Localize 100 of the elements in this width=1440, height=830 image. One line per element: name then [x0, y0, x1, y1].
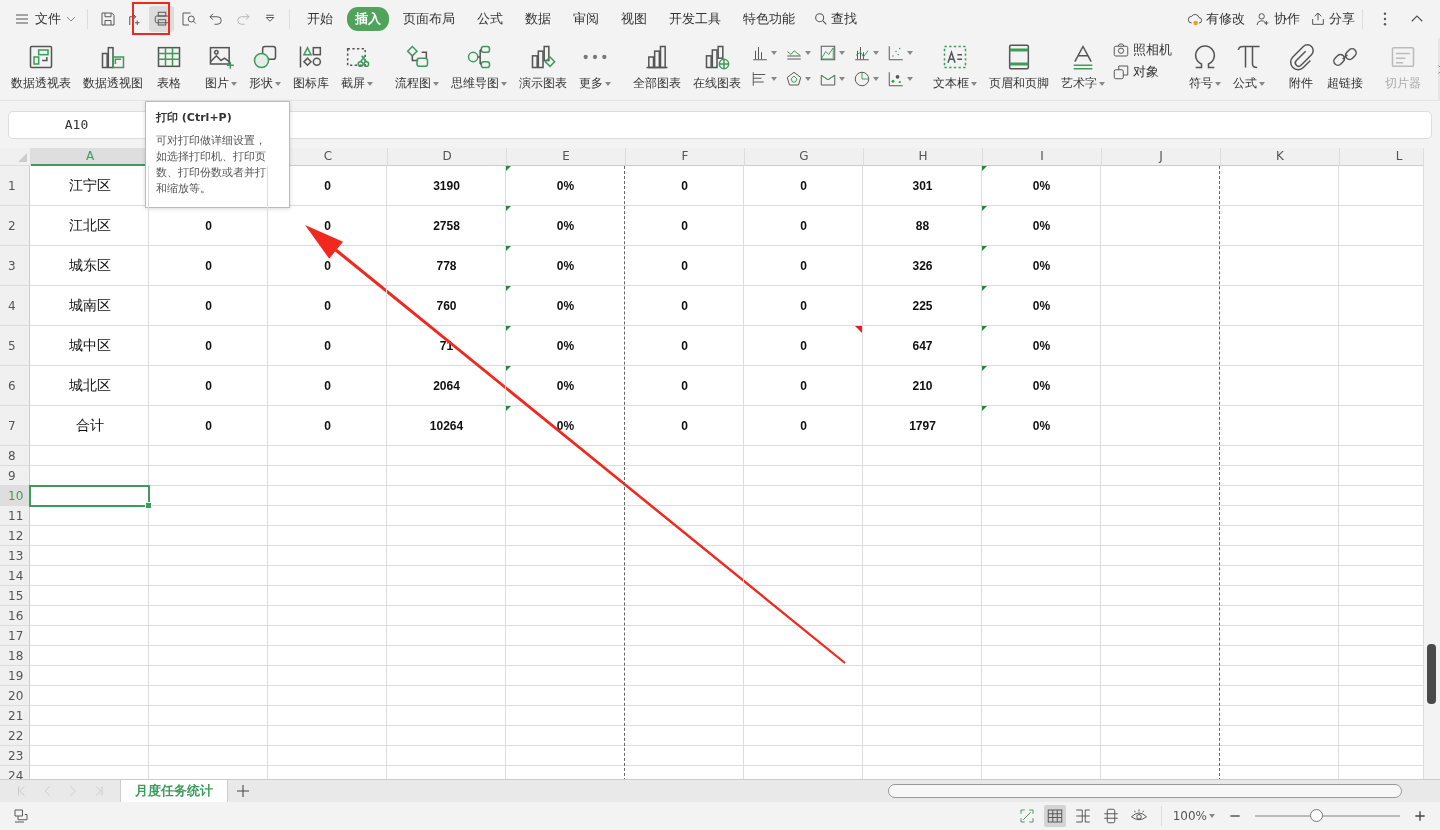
caret-icon [367, 81, 373, 86]
ribbon-button[interactable]: 数据透视图 [78, 41, 148, 94]
row-header[interactable]: 14 [0, 566, 30, 586]
ribbon-button[interactable]: 在线图表 [688, 41, 746, 94]
row-header[interactable]: 4 [0, 286, 30, 326]
table-cell-text: 88 [914, 218, 931, 235]
ribbon-button[interactable]: 截屏 [336, 41, 378, 94]
ribbon-button[interactable]: 超链接 [1322, 41, 1368, 94]
ribbon-button[interactable]: 演示图表 [514, 41, 572, 94]
caret-icon [907, 51, 913, 55]
table-cell-text: 210 [911, 378, 934, 395]
ribbon-button[interactable]: 对象 [1112, 63, 1172, 81]
table-cell-text: 0 [799, 298, 808, 315]
column-header[interactable]: K [1221, 148, 1340, 166]
table-cell-text: 0 [323, 298, 332, 315]
chevron-down-icon[interactable] [66, 16, 76, 22]
ribbon-button[interactable]: 表格 [150, 41, 188, 94]
share-icon [1310, 11, 1326, 27]
column-header[interactable]: G [745, 148, 864, 166]
menu-icon[interactable] [14, 11, 30, 27]
ribbon-tab[interactable]: 公式 [469, 7, 511, 31]
ribbon-button[interactable]: 图标库 [288, 41, 334, 94]
row-header[interactable]: 13 [0, 546, 30, 566]
sheet-tab[interactable]: 月度任务统计 [120, 780, 228, 802]
zoom-in-icon[interactable] [1412, 808, 1428, 824]
table-cell-text: 0 [680, 298, 689, 315]
paperclip-icon [1287, 43, 1315, 71]
share-button[interactable]: 分享 [1310, 10, 1355, 28]
ribbon-button[interactable]: 图片 [200, 41, 242, 94]
print-button[interactable] [149, 6, 174, 32]
row-header[interactable]: 7 [0, 406, 30, 446]
ribbon-tab[interactable]: 特色功能 [735, 7, 803, 31]
table-cell-text: 0 [323, 338, 332, 355]
row-header[interactable]: 19 [0, 666, 30, 686]
row-header[interactable]: 8 [0, 446, 30, 466]
zoom-slider-thumb[interactable] [1310, 809, 1324, 822]
vertical-scrollbar[interactable] [1423, 148, 1440, 779]
row-header[interactable]: 20 [0, 686, 30, 706]
table-cell-text: 0 [323, 378, 332, 395]
table-cell-text: 江北区 [67, 216, 112, 235]
table-cell-text: 225 [911, 298, 934, 315]
column-header[interactable]: H [864, 148, 983, 166]
ribbon-button[interactable]: 公式 [1228, 41, 1270, 94]
row-header[interactable]: 9 [0, 466, 30, 486]
combo-chart-icon [853, 44, 871, 62]
collaborate-button[interactable]: 协作 [1255, 10, 1300, 28]
save-icon [98, 10, 117, 28]
table-cell-text: 0 [323, 178, 332, 195]
print-preview-icon [179, 10, 198, 28]
ribbon-button[interactable]: 思维导图 [446, 41, 512, 94]
row-header[interactable]: 18 [0, 646, 30, 666]
ribbon-button[interactable]: 页眉和页脚 [984, 41, 1054, 94]
selected-cell[interactable] [29, 485, 150, 507]
ribbon-tab[interactable]: 开发工具 [661, 7, 729, 31]
changes-button[interactable]: 有修改 [1187, 10, 1245, 28]
zoom-dropdown[interactable]: 100% [1172, 809, 1215, 823]
ribbon-button[interactable]: 艺术字 [1056, 41, 1110, 94]
column-header[interactable]: I [983, 148, 1102, 166]
name-box[interactable]: A10 [9, 117, 144, 132]
column-header[interactable]: J [1102, 148, 1221, 166]
ribbon-button[interactable]: 更多 [574, 41, 616, 94]
ribbon-button[interactable]: 形状 [244, 41, 286, 94]
ribbon-button[interactable]: 流程图 [390, 41, 444, 94]
row-header[interactable]: 5 [0, 326, 30, 366]
ribbon-tab[interactable]: 视图 [613, 7, 655, 31]
ribbon-button[interactable]: 符号 [1184, 41, 1226, 94]
column-header[interactable]: E [507, 148, 626, 166]
grid-view-button[interactable] [1043, 805, 1066, 827]
row-header[interactable]: 17 [0, 626, 30, 646]
column-header[interactable]: F [626, 148, 745, 166]
row-header[interactable]: 11 [0, 506, 30, 526]
row-header[interactable]: 3 [0, 246, 30, 286]
ribbon-button[interactable]: 附件 [1282, 41, 1320, 94]
add-sheet-icon[interactable] [234, 782, 252, 800]
caret-icon [605, 81, 611, 86]
row-header[interactable]: 1 [0, 166, 30, 206]
undo-icon [206, 10, 225, 28]
row-header[interactable]: 6 [0, 366, 30, 406]
ribbon-tab[interactable]: 开始 [299, 7, 341, 31]
ribbon-button[interactable]: 全部图表 [628, 41, 686, 94]
search-button[interactable]: 查找 [809, 7, 861, 31]
column-header[interactable]: D [388, 148, 507, 166]
radar-chart-icon [785, 70, 803, 88]
row-header[interactable]: 12 [0, 526, 30, 546]
ribbon-tab[interactable]: 页面布局 [395, 7, 463, 31]
row-header[interactable]: 22 [0, 726, 30, 746]
row-header[interactable]: 2 [0, 206, 30, 246]
ribbon-button[interactable]: 文本框 [928, 41, 982, 94]
row-header[interactable]: 15 [0, 586, 30, 606]
table-cell-text: 2064 [432, 378, 461, 395]
row-header[interactable]: 21 [0, 706, 30, 726]
ribbon-button[interactable]: 照相机 [1112, 41, 1172, 59]
macro-icon[interactable] [12, 807, 30, 825]
row-header[interactable]: 23 [0, 746, 30, 766]
file-menu[interactable]: 文件 [32, 10, 64, 28]
ribbon-button[interactable]: 数据透视表 [6, 41, 76, 94]
row-header[interactable]: 24 [0, 766, 30, 779]
row-header[interactable]: 16 [0, 606, 30, 626]
ribbon-tab[interactable]: 审阅 [565, 7, 607, 31]
ribbon-tab[interactable]: 数据 [517, 7, 559, 31]
